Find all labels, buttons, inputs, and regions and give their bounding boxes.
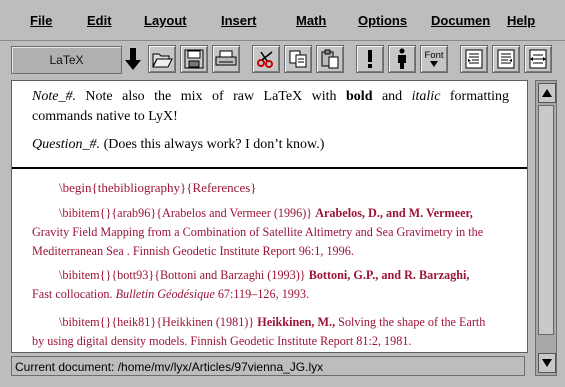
menu-edit[interactable]: Edit: [87, 13, 112, 28]
down-arrow-icon: [125, 48, 141, 70]
paste-icon: [321, 49, 339, 69]
paste-button[interactable]: [316, 45, 344, 73]
scroll-up-button[interactable]: [538, 83, 556, 103]
bib-authors: Heikkinen, M.,: [257, 315, 336, 329]
indent-icon: [497, 49, 515, 69]
font-label: Font: [424, 50, 444, 61]
bibitem-command: \bibitem{}{heik81}{Heikkinen (1981)}: [59, 315, 258, 329]
bib-title: Fast collocation.: [32, 287, 116, 301]
floppy-disk-icon: [184, 49, 204, 69]
up-triangle-icon: [542, 89, 552, 97]
down-triangle-icon: [542, 359, 552, 367]
print-button[interactable]: [212, 45, 240, 73]
menu-bar: File Edit Layout Insert Math Options Doc…: [0, 0, 565, 41]
menu-help[interactable]: Help: [507, 13, 535, 28]
status-bar: Current document: /home/mv/lyx/Articles/…: [11, 356, 525, 376]
bib-source-line: Fast collocation. Bulletin Géodésique 67…: [32, 285, 507, 304]
layout-selector[interactable]: LaTeX: [11, 46, 122, 74]
and-text: and: [372, 89, 412, 104]
bold-word: bold: [346, 89, 373, 104]
menu-layout[interactable]: Layout: [144, 13, 187, 28]
bibitem-heikkinen: \bibitem{}{heik81}{Heikkinen (1981)} Hei…: [32, 313, 507, 351]
small-down-arrow-icon: [430, 61, 438, 67]
save-button[interactable]: [180, 45, 208, 73]
menu-file[interactable]: File: [30, 13, 52, 28]
noun-button[interactable]: [388, 45, 416, 73]
note-label: Note_#.: [32, 89, 76, 104]
exclamation-icon: [368, 50, 372, 68]
table-icon: [529, 49, 547, 69]
menu-insert[interactable]: Insert: [221, 13, 256, 28]
begin-bibliography: \begin{thebibliography}{References}: [59, 180, 257, 195]
document-area[interactable]: Note_#. Note also the mix of raw LaTeX w…: [11, 80, 528, 353]
bibitem-arabelos: \bibitem{}{arab96}{Arabelos and Vermeer …: [32, 204, 507, 261]
question-text: (Does this always work? I don’t know.): [100, 137, 325, 152]
bib-source-line: Mediterranean Sea . Finnish Geodetic Ins…: [32, 244, 354, 258]
bib-title: Solving the shape of the Earth: [335, 315, 486, 329]
bib-pages: 67:119–126, 1993.: [214, 287, 310, 301]
copy-icon: [289, 50, 307, 68]
table-button[interactable]: [524, 45, 552, 73]
outdent-icon: [465, 49, 483, 69]
open-button[interactable]: [148, 45, 176, 73]
question-label: Question_#.: [32, 137, 101, 152]
note-paragraph-line2: commands native to LyX!: [32, 109, 178, 124]
separator-line: [12, 167, 527, 169]
menu-options[interactable]: Options: [358, 13, 407, 28]
scroll-down-button[interactable]: [538, 353, 556, 373]
bib-title-line: Gravity Field Mapping from a Combination…: [32, 225, 484, 239]
copy-button[interactable]: [284, 45, 312, 73]
font-button[interactable]: Font: [420, 45, 448, 73]
depth-plus-button[interactable]: [492, 45, 520, 73]
folder-open-icon: [152, 53, 173, 68]
printer-icon: [215, 50, 237, 66]
bib-source-line: by using digital density models. Finnish…: [32, 334, 412, 348]
scissors-icon: [257, 51, 273, 68]
layout-dropdown-button[interactable]: [121, 45, 145, 73]
menu-math[interactable]: Math: [296, 13, 326, 28]
vertical-scrollbar[interactable]: [535, 80, 557, 376]
bibitem-command: \bibitem{}{bott93}{Bottoni and Barzaghi …: [59, 268, 309, 282]
bibitem-command: \bibitem{}{arab96}{Arabelos and Vermeer …: [59, 206, 316, 220]
emphasis-button[interactable]: [356, 45, 384, 73]
bib-authors: Bottoni, G.P., and R. Barzaghi,: [308, 268, 470, 282]
question-paragraph: Question_#. (Does this always work? I do…: [32, 137, 324, 153]
bibitem-bottoni: \bibitem{}{bott93}{Bottoni and Barzaghi …: [32, 266, 507, 304]
person-icon: [398, 48, 406, 69]
note-paragraph-line1: Note_#. Note also the mix of raw LaTeX w…: [32, 89, 509, 105]
italic-word: italic: [411, 89, 441, 104]
bib-journal: Bulletin Géodésique: [115, 287, 215, 301]
cut-button[interactable]: [252, 45, 280, 73]
note-text: Note also the mix of raw LaTeX with: [75, 89, 347, 104]
menu-document[interactable]: Documen: [431, 13, 490, 28]
scroll-thumb[interactable]: [538, 105, 554, 335]
bib-authors: Arabelos, D., and M. Vermeer,: [315, 206, 473, 220]
depth-minus-button[interactable]: [460, 45, 488, 73]
formatting-text: formatting: [440, 89, 509, 104]
